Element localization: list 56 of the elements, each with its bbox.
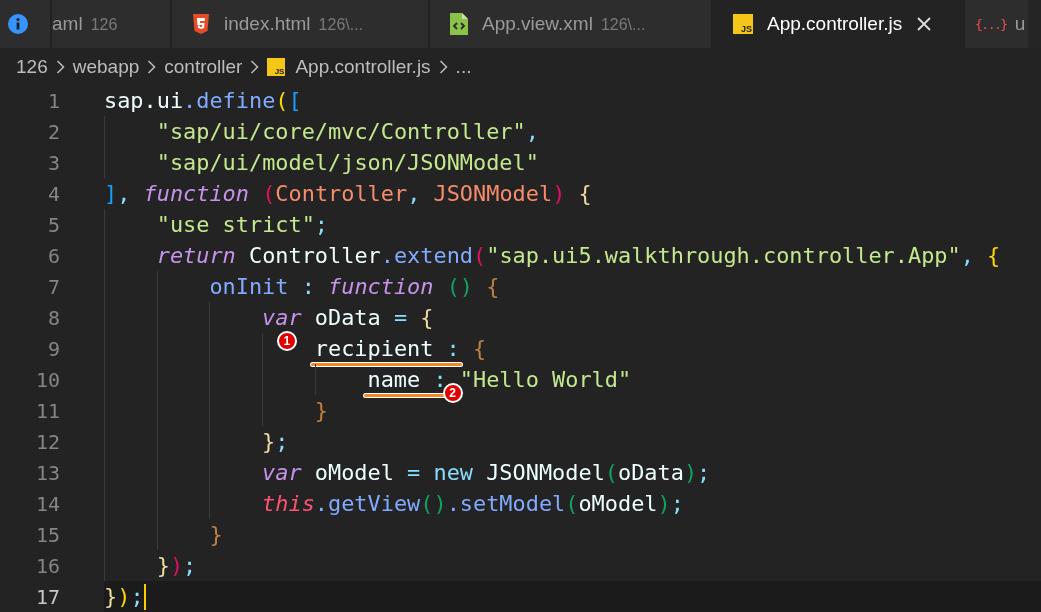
- line-number: 10: [34, 367, 60, 392]
- code-line: this.getView().setModel(oModel);: [262, 491, 684, 516]
- line-number: 3: [46, 150, 60, 175]
- line-number: 4: [46, 181, 60, 206]
- line-number: 5: [46, 212, 60, 237]
- chevron-icon: [147, 59, 157, 74]
- line-number: 11: [34, 398, 60, 423]
- breadcrumb-item[interactable]: JS App.controller.js: [267, 55, 431, 78]
- editor-tab[interactable]: {...} u: [965, 0, 1028, 48]
- json-file-icon: {...}: [975, 16, 1007, 32]
- breadcrumb-item[interactable]: ...: [455, 55, 472, 78]
- code-line: "use strict";: [156, 212, 329, 237]
- line-number: 13: [34, 460, 60, 485]
- editor-tab[interactable]: App.view.xml 126\...: [430, 0, 713, 48]
- code-line: ], function (Controller, JSONModel) {: [104, 181, 592, 206]
- code-line: onInit : function () {: [209, 274, 500, 299]
- code-line: });: [104, 584, 144, 609]
- number-badge: 1: [276, 331, 297, 351]
- code-line: }: [209, 522, 223, 547]
- text-cursor: [143, 583, 146, 610]
- line-number: 7: [46, 274, 60, 299]
- close-icon[interactable]: [916, 16, 933, 32]
- line-number: 12: [34, 429, 60, 454]
- line-number: 16: [34, 553, 60, 578]
- line-number: 14: [34, 491, 60, 516]
- code-line: return Controller.extend("sap.ui5.walkthrough.controller.App", {: [156, 243, 1001, 268]
- line-number: 2: [46, 119, 60, 144]
- editor-tab[interactable]: aml 126: [52, 0, 172, 48]
- code-line: }: [314, 398, 328, 423]
- line-number: 8: [46, 305, 60, 330]
- html-file-icon: [192, 14, 210, 34]
- chevron-icon: [250, 59, 260, 74]
- breadcrumb-item[interactable]: webapp: [72, 55, 140, 78]
- code-line: var oModel = new JSONModel(oData);: [262, 460, 711, 485]
- editor-tab[interactable]: index.html 126\...: [172, 0, 430, 48]
- code-line: });: [156, 553, 197, 578]
- js-file-icon: JS: [733, 14, 753, 34]
- line-number: 1: [46, 88, 60, 113]
- code-file-icon: [450, 13, 468, 35]
- line-number: 17: [34, 584, 60, 609]
- code-line: };: [262, 429, 289, 454]
- code-line: var oData = {: [262, 305, 434, 330]
- info-icon: [8, 14, 28, 34]
- line-number: 9: [46, 336, 60, 361]
- code-line: "sap/ui/core/mvc/Controller",: [156, 119, 539, 144]
- breadcrumb-item[interactable]: 126: [16, 55, 48, 78]
- chevron-icon: [438, 59, 448, 74]
- code-line: sap.ui.define([: [104, 88, 302, 113]
- breadcrumb-item[interactable]: controller: [164, 55, 243, 78]
- line-number: 6: [46, 243, 60, 268]
- chevron-icon: [55, 59, 65, 74]
- code-line: "sap/ui/model/json/JSONModel": [156, 150, 539, 175]
- editor-tab[interactable]: [0, 0, 52, 48]
- code-line: recipient : {: [314, 336, 487, 361]
- js-file-icon: JS: [267, 57, 286, 76]
- line-number: 15: [34, 522, 60, 547]
